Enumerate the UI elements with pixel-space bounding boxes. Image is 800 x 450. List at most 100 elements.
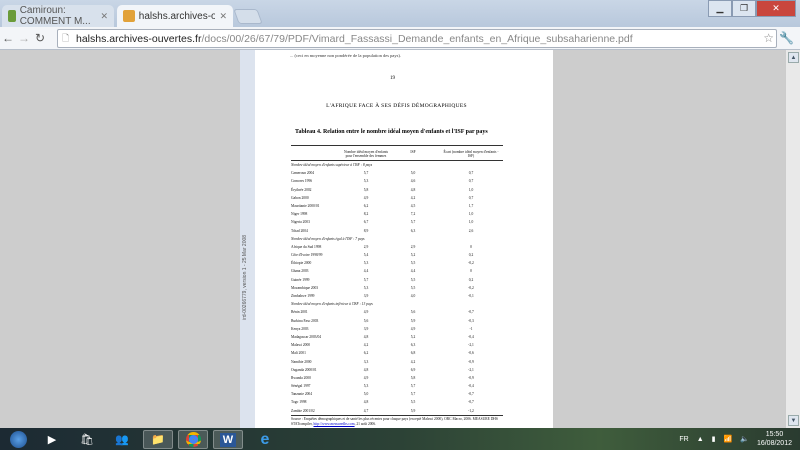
start-button[interactable] — [4, 430, 32, 449]
scroll-up-icon[interactable]: ▲ — [788, 52, 799, 63]
browser-toolbar: ← → ↻ 🗋 halshs.archives-ouvertes.fr/docs/… — [0, 27, 800, 50]
country-cell: Afrique du Sud 1998 — [291, 244, 322, 249]
close-window-button[interactable]: ✕ — [756, 0, 796, 17]
chrome-logo-icon — [185, 432, 201, 447]
isf-cell: 5,5 — [410, 285, 416, 290]
media-player-icon[interactable]: ▶ — [37, 430, 67, 449]
ideal-cell: 6,2 — [363, 203, 369, 208]
close-tab-icon[interactable]: ✕ — [100, 11, 108, 22]
isf-cell: 5,9 — [410, 408, 416, 413]
table-row: Togo 1998 4,8 5,5 -0,7 — [291, 398, 503, 406]
word-logo-icon: W — [219, 432, 237, 447]
country-cell: Bénin 2001 — [291, 310, 308, 315]
people-icon[interactable]: 👥 — [107, 430, 137, 449]
language-indicator[interactable]: FR — [679, 436, 688, 443]
ideal-cell: 4,8 — [363, 334, 369, 339]
table-row: Gabon 2000 4,9 4,2 0,7 — [291, 194, 503, 202]
tab-camiroun[interactable]: Camiroun: COMMENT M... ✕ — [2, 5, 114, 27]
wrench-menu-icon[interactable]: 🔧 — [779, 31, 794, 45]
ideal-cell: 5,3 — [363, 179, 369, 184]
table-row: Ghana 2003 4,4 4,4 0 — [291, 267, 503, 275]
gap-cell: -0,1 — [468, 294, 474, 298]
windows-logo-icon — [9, 431, 27, 448]
url-path: /docs/00/26/67/79/PDF/Vimard_Fassassi_De… — [201, 32, 633, 45]
table-row: Côte d'Ivoire 1998/99 5,4 5,2 0,2 — [291, 251, 503, 259]
tab-strip: Camiroun: COMMENT M... ✕ halshs.archives-… — [0, 0, 800, 27]
new-tab-button[interactable] — [233, 9, 263, 24]
isf-cell: 5,7 — [410, 392, 416, 397]
country-cell: Sénégal 1997 — [291, 384, 311, 389]
table-row: Afrique du Sud 1998 2,9 2,9 0 — [291, 243, 503, 251]
gap-cell: -1 — [469, 326, 473, 331]
table-row: Comores 1996 5,3 4,6 0,7 — [291, 177, 503, 185]
bookmark-star-icon[interactable]: ☆ — [763, 31, 774, 45]
ideal-cell: 5,3 — [363, 261, 369, 266]
network-icon[interactable]: 📶 — [724, 435, 733, 443]
country-cell: Mozambique 2003 — [291, 285, 319, 290]
isf-cell: 2,9 — [410, 244, 416, 249]
tab-halshs[interactable]: halshs.archives-ouvertes.fr✕ — [117, 5, 233, 27]
table-row: Sénégal 1997 5,3 5,7 -0,4 — [291, 382, 503, 390]
clock[interactable]: 15:50 16/08/2012 — [757, 430, 792, 448]
isf-cell: 5,6 — [410, 310, 416, 315]
gap-cell: 0 — [470, 244, 472, 249]
header-isf: ISF — [410, 150, 416, 154]
close-tab-icon[interactable]: ✕ — [219, 11, 227, 22]
battery-icon[interactable]: ▮ — [712, 435, 716, 443]
url-host: halshs.archives-ouvertes.fr — [76, 32, 202, 45]
volume-icon[interactable]: 🔈 — [740, 435, 749, 443]
forward-icon[interactable]: → — [16, 31, 32, 45]
table-row: Mali 2001 6,2 6,8 -0,6 — [291, 349, 503, 357]
header-gap: Écart (nombre idéal moyen d'enfants - IS… — [443, 150, 499, 158]
ideal-cell: 2,9 — [363, 244, 369, 249]
table-header: Nombre idéal moyen d'enfants pour l'ense… — [291, 145, 503, 161]
country-cell: Gabon 2000 — [291, 195, 309, 200]
isf-cell: 5,0 — [410, 171, 416, 176]
scroll-down-icon[interactable]: ▼ — [788, 415, 799, 426]
gap-cell: -2,1 — [468, 343, 474, 348]
taskbar: ▶ 🛍 👥 📁 W e FR ▲ ▮ 📶 🔈 15:50 16/08/2012 — [0, 428, 800, 450]
paragraph-text: ... (ceci en moyenne non pondérée de la … — [290, 53, 401, 58]
store-icon[interactable]: 🛍 — [72, 430, 102, 449]
gap-cell: 0,7 — [468, 179, 474, 184]
site-favicon-icon — [8, 10, 16, 22]
ideal-cell: 4,9 — [363, 310, 369, 315]
minimize-button[interactable]: ▁ — [708, 0, 732, 17]
source-link[interactable]: http://www.measuredhs.com — [313, 422, 354, 426]
isf-cell: 5,7 — [410, 384, 416, 389]
isf-cell: 6,3 — [410, 343, 416, 348]
back-icon[interactable]: ← — [0, 31, 16, 45]
file-explorer-icon[interactable]: 📁 — [143, 430, 173, 449]
reload-icon[interactable]: ↻ — [32, 31, 48, 45]
word-icon[interactable]: W — [213, 430, 243, 449]
ideal-cell: 3,3 — [363, 359, 369, 364]
country-cell: Éthiopie 2000 — [291, 261, 312, 266]
isf-cell: 5,9 — [410, 318, 416, 323]
data-table: Nombre idéal moyen d'enfants pour l'ense… — [291, 145, 503, 427]
country-cell: Burkina Faso 2003 — [291, 318, 319, 323]
internet-explorer-icon[interactable]: e — [250, 430, 280, 449]
country-cell: Érythrée 2002 — [291, 187, 312, 192]
vertical-scrollbar[interactable]: ▲ ▼ — [785, 50, 800, 428]
tab-label: Camiroun: COMMENT M... — [19, 5, 91, 27]
country-cell: Mauritanie 2000/01 — [291, 203, 320, 208]
gap-cell: 1,7 — [468, 203, 474, 208]
gap-cell: -0,6 — [468, 351, 474, 356]
maximize-button[interactable]: ❐ — [732, 0, 756, 17]
address-bar[interactable]: 🗋 halshs.archives-ouvertes.fr/docs/00/26/… — [57, 29, 777, 48]
gap-cell: 0,7 — [468, 171, 474, 176]
isf-cell: 4,0 — [410, 294, 416, 298]
chrome-icon[interactable] — [178, 430, 208, 449]
isf-cell: 6,9 — [410, 367, 416, 372]
country-cell: Tanzanie 2004 — [291, 392, 313, 397]
section-heading: Nombre idéal moyen d'enfants inférieur à… — [291, 302, 373, 307]
show-hidden-icons-icon[interactable]: ▲ — [697, 436, 704, 443]
ideal-cell: 5,6 — [363, 318, 369, 323]
section-heading: Nombre idéal moyen d'enfants égal à l'IS… — [291, 236, 365, 241]
gap-cell: 0 — [470, 269, 472, 274]
isf-cell: 5,8 — [410, 375, 416, 380]
country-cell: Rwanda 2000 — [291, 375, 311, 380]
ideal-cell: 6,7 — [363, 220, 369, 225]
ideal-cell: 3,9 — [363, 326, 369, 331]
table-row: Rwanda 2000 4,9 5,8 -0,9 — [291, 374, 503, 382]
